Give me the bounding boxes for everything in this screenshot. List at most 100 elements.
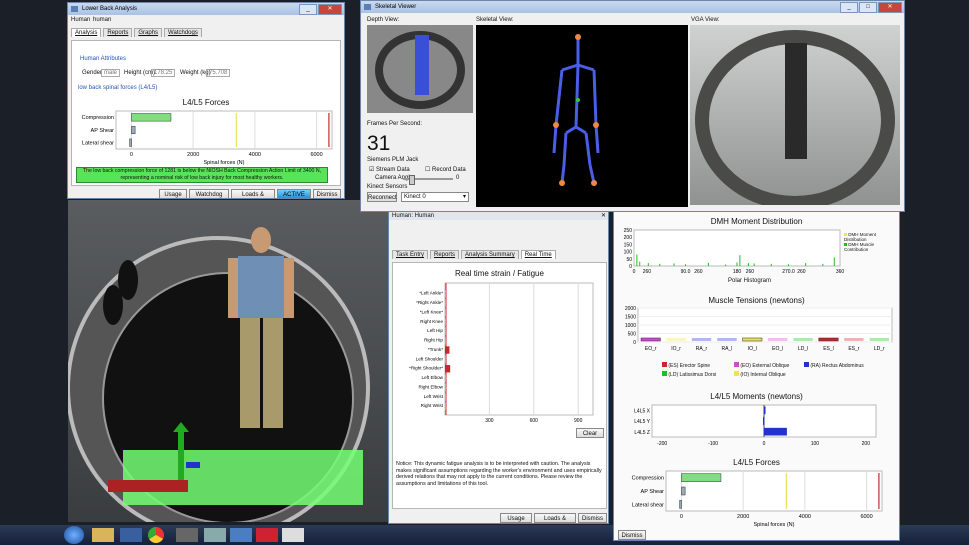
category-label: Right Hip	[424, 338, 443, 343]
close-icon[interactable]: ✕	[318, 4, 342, 15]
tick-label: EO_l	[772, 346, 783, 352]
tab-graphs[interactable]: Graphs	[134, 28, 163, 37]
avatar-leg	[240, 318, 260, 428]
fps-value: 31	[367, 132, 391, 155]
forces-title: L4/L5 Forces	[733, 458, 780, 467]
analysis-panel: Human Attributes Gender male Height (cm)…	[71, 40, 341, 186]
notice-text: Notice: This dynamic fatigue analysis is…	[396, 461, 602, 487]
slider-thumb[interactable]	[409, 175, 415, 185]
joint-foot	[591, 180, 597, 186]
category-label: Left Hip	[427, 328, 443, 333]
sensor-select[interactable]: Kinect 0 ▾	[401, 192, 469, 202]
skeletal-label: Skeletal View:	[476, 17, 514, 23]
active-button[interactable]: ACTIVE	[277, 189, 311, 198]
bar	[445, 374, 446, 382]
fatigue-chart: 300 600 900 *Left Ankle* *Right Ankle* *Left …	[409, 282, 594, 424]
bar	[818, 337, 839, 342]
platform	[123, 450, 363, 505]
close-icon[interactable]: ✕	[601, 212, 606, 220]
tab-reports[interactable]: Reports	[430, 250, 460, 259]
joint-head	[575, 34, 581, 40]
bar	[131, 125, 136, 135]
usage-button[interactable]: Usage	[159, 189, 187, 198]
sensors-label: Kinect Sensors	[367, 184, 408, 190]
axis-x-arrow	[108, 480, 188, 492]
clear-button[interactable]: Clear	[576, 428, 604, 438]
tab-real-time[interactable]: Real Time	[520, 250, 556, 259]
bar	[445, 346, 450, 354]
tab-task-entry[interactable]: Task Entry	[392, 250, 429, 259]
minimize-icon[interactable]: _	[299, 4, 317, 15]
stream-checkbox[interactable]: ☑ Stream Data	[369, 166, 410, 173]
dmh-title: DMH Moment Distribution	[710, 217, 803, 226]
tab-analysis-summary[interactable]: Analysis Summary	[461, 250, 519, 259]
explorer-taskbar-icon[interactable]	[92, 528, 114, 542]
minimize-icon[interactable]: _	[840, 2, 858, 13]
chrome-taskbar-icon[interactable]	[148, 527, 164, 543]
tick-label: 260	[797, 269, 806, 275]
maximize-icon[interactable]: □	[859, 2, 877, 13]
close-icon[interactable]: ✕	[878, 2, 902, 13]
app-taskbar-icon[interactable]	[176, 528, 198, 542]
tick-label: LD_r	[874, 346, 885, 352]
scene-svg	[68, 227, 370, 522]
chevron-down-icon: ▾	[462, 194, 466, 200]
weight-field[interactable]: 75.708	[206, 69, 231, 77]
reconnect-button[interactable]: Reconnect	[367, 192, 397, 202]
jack-taskbar-icon[interactable]	[282, 528, 304, 542]
avatar-arm	[284, 258, 294, 318]
tick-label: 6000	[310, 152, 322, 158]
dismiss-button[interactable]: Dismiss	[618, 530, 646, 540]
skeletal-titlebar[interactable]: Skeletal Viewer _ □ ✕	[361, 1, 904, 13]
tick-label: ES_l	[823, 346, 834, 352]
fatigue-window: Human: Human ✕ Task Entry Reports Analysi…	[388, 211, 609, 524]
media-taskbar-icon[interactable]	[120, 528, 142, 542]
gantry-hole	[118, 260, 138, 300]
bar	[445, 355, 446, 364]
tick-label: 1000	[625, 323, 636, 329]
dismiss-button[interactable]: Dismiss	[578, 513, 607, 523]
tick-label: 0	[763, 441, 766, 447]
bar	[445, 402, 446, 410]
category-label: L4L5 X	[634, 408, 651, 414]
app2-taskbar-icon[interactable]	[230, 528, 252, 542]
camera-slider[interactable]	[403, 175, 453, 185]
lower-back-titlebar[interactable]: Lower Back Analysis _ ✕	[68, 3, 344, 15]
watchdog-only-button[interactable]: Watchdog Only	[189, 189, 229, 198]
gender-field[interactable]: male	[101, 69, 121, 77]
tab-reports[interactable]: Reports	[103, 28, 133, 37]
dismiss-button[interactable]: Dismiss	[313, 189, 341, 198]
depth-silhouette	[415, 35, 429, 95]
category-label: Right Elbow	[418, 384, 443, 389]
tick-label: 260	[746, 269, 755, 275]
height-field[interactable]: 178.25	[151, 69, 176, 77]
tab-analysis[interactable]: Analysis	[71, 28, 102, 37]
lb-chart-title: L4/L5 Forces	[182, 98, 230, 107]
bar	[666, 338, 686, 341]
forces-link[interactable]: low back spinal forces (L4/L5)	[78, 85, 157, 91]
plot-area	[633, 229, 841, 267]
tool-taskbar-icon[interactable]	[204, 528, 226, 542]
app-icon	[71, 6, 78, 12]
record-checkbox[interactable]: ☐ Record Data	[425, 166, 466, 173]
loads-weights-button[interactable]: Loads & Weights	[231, 189, 275, 198]
tick-label: 260	[694, 269, 703, 275]
vga-person	[785, 43, 807, 159]
start-button-icon[interactable]	[64, 526, 84, 544]
tab-watchdogs[interactable]: Watchdogs	[164, 28, 202, 37]
loads-weights-button[interactable]: Loads & Weights	[534, 513, 576, 523]
bar	[640, 337, 661, 342]
depth-view	[367, 25, 473, 113]
axis-label: Spinal forces (N)	[754, 522, 795, 527]
axis-z-arrow	[186, 462, 200, 468]
tick-label: 300	[485, 418, 494, 424]
tick-label: 200	[624, 235, 633, 241]
bar	[691, 338, 712, 341]
usage-button[interactable]: Usage	[500, 513, 532, 523]
muscle-chart: 0 500 1000 1500 2000 EO_r IO_r RA_r RA_l IO_l EO_l…	[625, 306, 893, 352]
scene-viewport[interactable]	[68, 200, 388, 522]
app3-taskbar-icon[interactable]	[256, 528, 278, 542]
avatar-leg	[263, 318, 283, 428]
tick-label: 2000	[625, 306, 636, 312]
fatigue-titlebar[interactable]: Human: Human ✕	[389, 212, 608, 220]
